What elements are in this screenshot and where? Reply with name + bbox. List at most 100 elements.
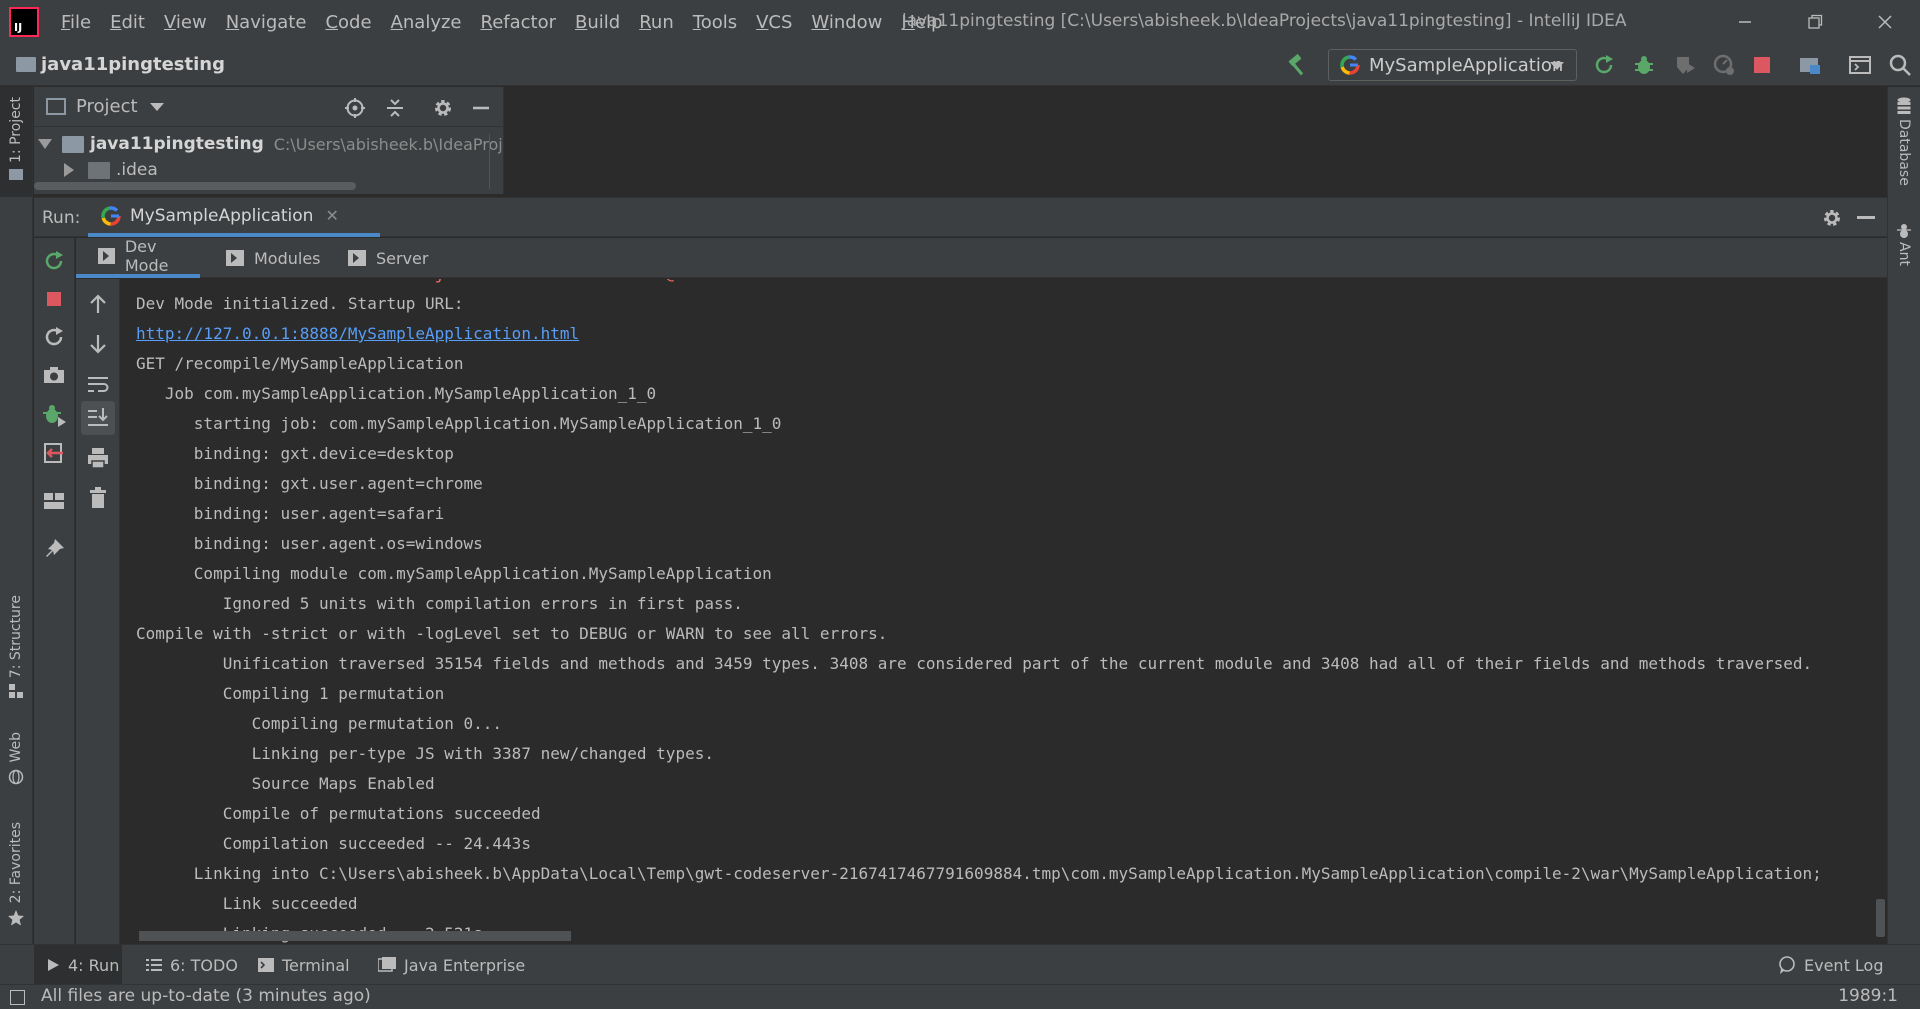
status-bar: All files are up-to-date (3 minutes ago)…	[0, 984, 1920, 1009]
console-line: Link succeeded	[136, 894, 358, 913]
project-view-selector[interactable]: Project	[76, 96, 138, 117]
rerun-icon[interactable]	[41, 248, 67, 274]
menu-file[interactable]: File	[61, 12, 91, 33]
tool-button-ant-label: Ant	[1896, 242, 1912, 266]
tool-button-web[interactable]: Web	[0, 732, 32, 802]
run-subtabs-bar: Dev Mode Modules Server	[76, 237, 1887, 278]
stop-icon[interactable]	[41, 286, 67, 312]
tool-button-event-log[interactable]: Event Log	[1778, 945, 1884, 985]
trash-clear-icon[interactable]	[85, 485, 111, 511]
project-vertical-scrollbar[interactable]	[489, 134, 499, 189]
console-line: Compiling 1 permutation	[136, 684, 445, 703]
debug-bug-icon[interactable]	[41, 402, 67, 428]
menu-tools[interactable]: Tools	[693, 12, 737, 33]
subtab-dev-mode[interactable]: Dev Mode	[76, 237, 200, 278]
pin-icon[interactable]	[41, 536, 67, 562]
console-line: starting job: com.mySampleApplication.My…	[136, 414, 782, 433]
tool-button-web-label: Web	[8, 732, 24, 763]
tool-button-run[interactable]: 4: Run	[34, 945, 122, 985]
console-horizontal-scrollbar[interactable]	[139, 931, 571, 941]
layout-icon[interactable]	[41, 488, 67, 514]
menu-edit[interactable]: Edit	[110, 12, 145, 33]
coverage-icon[interactable]	[1672, 53, 1696, 77]
rerun-icon[interactable]	[1592, 53, 1616, 77]
startup-url-link[interactable]: http://127.0.0.1:8888/MySampleApplicatio…	[136, 319, 1822, 349]
locate-target-icon[interactable]	[344, 97, 366, 119]
tool-button-favorites[interactable]: 2: Favorites	[0, 822, 32, 942]
caret-position[interactable]: 1989:1	[1838, 986, 1898, 1006]
chevron-down-icon[interactable]	[149, 102, 164, 111]
close-tab-icon[interactable]: ✕	[325, 206, 338, 225]
console-output[interactable]: 2024-08-01 12:49:23.064:INFO:oejs.Server…	[121, 279, 1887, 944]
menu-code[interactable]: Code	[325, 12, 371, 33]
export-icon[interactable]	[41, 440, 67, 466]
menu-analyze[interactable]: Analyze	[391, 12, 462, 33]
camera-snapshot-icon[interactable]	[41, 362, 67, 388]
close-window-icon[interactable]	[1850, 0, 1920, 44]
gear-icon[interactable]	[432, 97, 454, 119]
menu-refactor[interactable]: Refactor	[481, 12, 557, 33]
tree-node-root-path: C:\Users\abisheek.b\IdeaProjects\java11p…	[273, 134, 503, 154]
project-horizontal-scrollbar[interactable]	[34, 182, 356, 190]
print-icon[interactable]	[85, 445, 111, 471]
build-hammer-icon[interactable]	[1286, 53, 1310, 77]
console-icon	[348, 250, 366, 266]
console-line: binding: gxt.user.agent=chrome	[136, 474, 483, 493]
subtab-server[interactable]: Server	[348, 238, 428, 278]
breadcrumb-project[interactable]: java11pingtesting	[41, 54, 225, 75]
menu-navigate[interactable]: Navigate	[226, 12, 307, 33]
title-bar: IJ File Edit View Navigate Code Analyze …	[0, 0, 1920, 44]
gear-icon[interactable]	[1821, 207, 1843, 229]
subtab-modules[interactable]: Modules	[226, 238, 321, 278]
collapse-all-icon[interactable]	[384, 97, 406, 119]
restore-icon[interactable]	[1780, 0, 1850, 44]
run-configuration-selector[interactable]: MySampleApplication	[1328, 49, 1577, 81]
console-line: Source Maps Enabled	[136, 774, 435, 793]
console-line: binding: user.agent.os=windows	[136, 534, 483, 553]
menu-vcs[interactable]: VCS	[756, 12, 792, 33]
editor-area	[505, 87, 1887, 194]
expand-arrow-icon[interactable]	[38, 139, 52, 149]
terminal-window-icon[interactable]	[1848, 53, 1872, 77]
tool-button-todo[interactable]: 6: TODO	[146, 945, 238, 985]
tool-button-project-label: 1: Project	[8, 97, 24, 163]
restart-icon[interactable]	[41, 324, 67, 350]
arrow-up-icon[interactable]	[85, 291, 111, 317]
minimize-icon[interactable]	[1710, 0, 1780, 44]
hide-panel-icon[interactable]	[470, 97, 492, 119]
collapse-arrow-icon[interactable]	[64, 163, 74, 177]
console-line: 2024-08-01 12:49:23.064:INFO:oejs.Server…	[136, 279, 1822, 289]
menu-run[interactable]: Run	[639, 12, 674, 33]
navigation-toolbar: java11pingtesting MySampleApplication	[0, 44, 1920, 86]
scroll-to-end-button[interactable]	[81, 401, 115, 435]
debug-bug-icon[interactable]	[1632, 53, 1656, 77]
stop-icon[interactable]	[1750, 53, 1774, 77]
tool-button-java-enterprise[interactable]: Java Enterprise	[378, 945, 525, 985]
tool-button-database[interactable]: Database	[1888, 97, 1920, 207]
run-play-icon	[48, 959, 59, 971]
console-line: GET /recompile/MySampleApplication	[136, 354, 464, 373]
tool-button-structure[interactable]: 7: Structure	[0, 595, 32, 705]
project-structure-icon[interactable]	[1798, 53, 1822, 77]
hide-panel-icon[interactable]	[1857, 216, 1875, 219]
tree-node-root-label: java11pingtesting	[90, 134, 264, 154]
toggle-tool-windows-icon[interactable]	[10, 990, 25, 1005]
profiler-icon[interactable]	[1712, 53, 1736, 77]
structure-icon	[9, 684, 23, 699]
tool-button-ant[interactable]: Ant	[1888, 222, 1920, 282]
console-toolbar	[76, 279, 120, 944]
menu-build[interactable]: Build	[575, 12, 620, 33]
intellij-logo-icon[interactable]: IJ	[9, 7, 39, 37]
run-tab-mysampleapplication[interactable]: MySampleApplication ✕	[88, 198, 380, 237]
tool-button-project[interactable]: 1: Project	[0, 87, 32, 197]
tree-node-idea[interactable]: .idea	[34, 157, 158, 183]
project-folder-icon	[16, 57, 36, 72]
tool-button-terminal[interactable]: Terminal	[258, 945, 350, 985]
menu-window[interactable]: Window	[811, 12, 882, 33]
arrow-down-icon[interactable]	[85, 331, 111, 357]
tree-node-root[interactable]: java11pingtesting C:\Users\abisheek.b\Id…	[34, 131, 503, 157]
search-icon[interactable]	[1888, 53, 1912, 77]
soft-wrap-icon[interactable]	[85, 371, 111, 397]
menu-view[interactable]: View	[164, 12, 207, 33]
console-vertical-scrollbar[interactable]	[1876, 899, 1885, 937]
